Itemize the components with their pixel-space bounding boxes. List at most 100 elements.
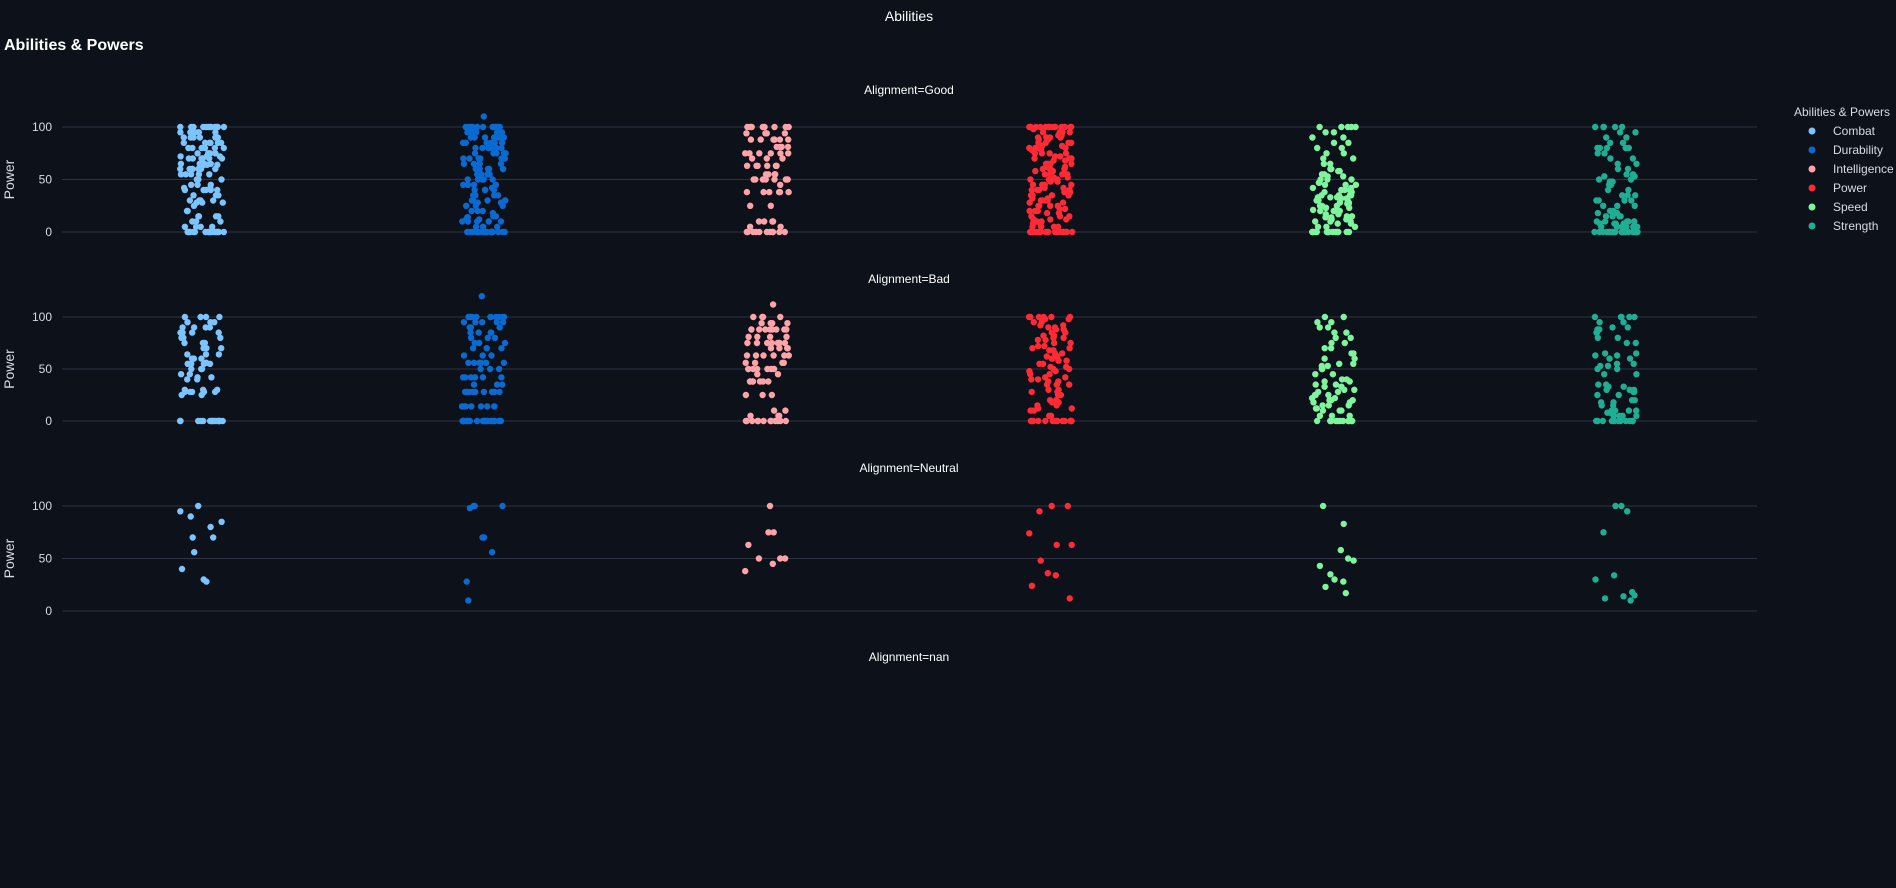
legend-item-combat[interactable]: Combat [1808, 124, 1876, 138]
strip-speed [1316, 502, 1357, 597]
data-point [1618, 502, 1625, 510]
data-point [1041, 342, 1048, 350]
data-point [1592, 123, 1599, 131]
data-point [459, 374, 467, 381]
data-point [465, 597, 472, 604]
data-point [1042, 123, 1049, 131]
data-point [215, 351, 223, 358]
data-point [481, 186, 489, 194]
data-point [1328, 412, 1336, 419]
legend-item-durability[interactable]: Durability [1808, 143, 1884, 157]
legend-item-power[interactable]: Power [1808, 181, 1868, 195]
data-point [766, 502, 774, 510]
legend-marker [1808, 184, 1816, 192]
data-point [1619, 192, 1626, 199]
data-point [479, 123, 487, 131]
data-point [186, 197, 194, 204]
data-point [184, 351, 191, 358]
data-point [190, 192, 197, 199]
data-point [218, 345, 225, 352]
data-point [485, 218, 492, 225]
data-point [1623, 218, 1631, 225]
data-point [1338, 407, 1345, 414]
data-point [1046, 347, 1053, 354]
data-point [1321, 188, 1328, 196]
data-point [757, 136, 764, 143]
data-point [207, 123, 214, 131]
data-point [1599, 417, 1607, 425]
legend-label: Intelligence [1833, 162, 1894, 176]
data-point [1319, 502, 1327, 510]
data-point [770, 529, 777, 536]
data-point [766, 188, 773, 196]
data-point [190, 324, 198, 331]
data-point [1040, 332, 1047, 339]
data-point [459, 139, 467, 146]
data-point [188, 123, 195, 131]
data-point [1342, 181, 1349, 188]
data-point [765, 171, 772, 178]
data-point [1596, 326, 1603, 333]
data-point [466, 155, 473, 162]
data-point [216, 417, 223, 425]
data-point [753, 365, 761, 373]
data-point [750, 176, 757, 183]
data-point [1043, 209, 1051, 217]
data-point [214, 161, 221, 168]
data-point [1312, 218, 1319, 225]
data-point [476, 216, 483, 223]
data-point [772, 171, 779, 178]
legend-item-strength[interactable]: Strength [1808, 219, 1879, 233]
data-point [769, 560, 776, 567]
data-point [1332, 381, 1340, 388]
data-point [1343, 329, 1350, 336]
data-point [470, 181, 478, 188]
data-point [185, 144, 192, 152]
data-point [1631, 397, 1638, 404]
data-point [1347, 334, 1354, 341]
legend-item-intelligence[interactable]: Intelligence [1808, 162, 1895, 176]
data-point [1351, 386, 1358, 393]
data-point [1601, 595, 1609, 602]
data-point [764, 365, 771, 373]
data-point [1055, 378, 1062, 385]
data-point [470, 160, 478, 167]
legend-item-speed[interactable]: Speed [1808, 200, 1868, 214]
data-point [785, 352, 792, 359]
data-point [1632, 129, 1639, 136]
facet-label: Alignment=Neutral [859, 461, 958, 475]
data-point [1026, 144, 1033, 152]
data-point [178, 565, 186, 573]
data-point [1633, 350, 1640, 357]
data-point [1618, 123, 1626, 131]
data-point [1327, 160, 1334, 167]
strip-durability [463, 502, 506, 604]
data-point [477, 365, 484, 373]
data-point [1601, 371, 1608, 378]
y-tick-label: 50 [39, 173, 53, 187]
data-point [1068, 541, 1075, 549]
data-point [1046, 397, 1054, 404]
data-point [1624, 324, 1632, 331]
data-point [1312, 371, 1319, 378]
data-point [745, 365, 752, 373]
data-point [183, 207, 191, 215]
data-point [1064, 502, 1072, 510]
data-point [1595, 381, 1602, 388]
data-point [766, 228, 774, 236]
data-point [1063, 228, 1071, 236]
data-point [218, 176, 225, 183]
data-point [1340, 578, 1347, 585]
data-point [1606, 355, 1613, 362]
data-point [1054, 202, 1062, 209]
data-point [463, 578, 470, 585]
data-point [1312, 381, 1319, 388]
data-point [468, 207, 475, 215]
data-point [1606, 207, 1614, 215]
data-point [776, 136, 784, 143]
data-point [1348, 350, 1355, 357]
data-point [1633, 371, 1640, 378]
data-point [769, 301, 777, 308]
data-point [1026, 530, 1033, 537]
data-point [769, 218, 776, 225]
